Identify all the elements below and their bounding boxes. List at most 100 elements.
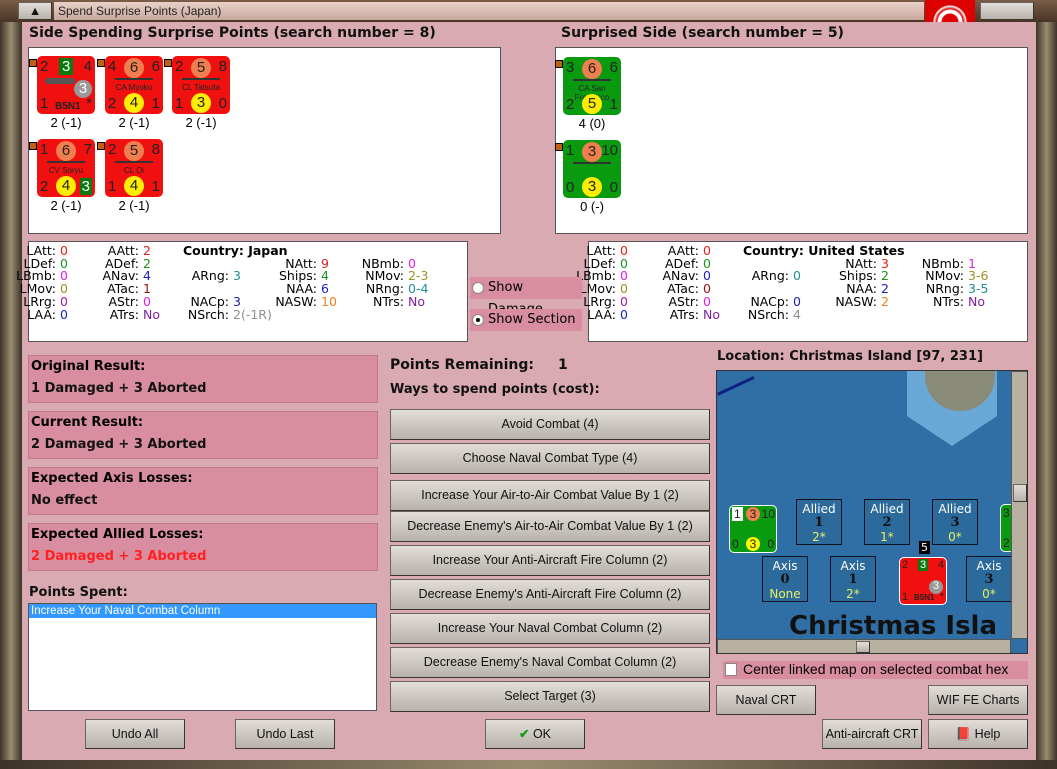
counter-value: 2 bbox=[108, 95, 117, 112]
counter-value: 1 bbox=[151, 95, 160, 112]
japan-flag-icon bbox=[925, 0, 975, 22]
counter-value: 1 bbox=[902, 591, 909, 603]
spend-action-button[interactable]: Select Target (3) bbox=[390, 681, 710, 712]
cell-value: 0* bbox=[982, 587, 996, 601]
status-marker-icon bbox=[97, 59, 105, 67]
counter-value: 6 bbox=[151, 58, 160, 75]
mini-map[interactable]: 1 3 10 0 3 0 3 2 Allied 1 2* Allied 2 1* Allie… bbox=[716, 370, 1028, 654]
allied-combat-box[interactable]: Allied 3 0* bbox=[932, 499, 978, 545]
cell-side: Axis bbox=[772, 559, 798, 573]
spend-action-button[interactable]: Choose Naval Combat Type (4) bbox=[390, 443, 710, 474]
stat-label: NSrch: bbox=[747, 306, 789, 322]
counter-name: B5N1 bbox=[914, 593, 935, 602]
country-label: Country: Japan bbox=[183, 243, 288, 258]
map-vertical-scrollbar[interactable] bbox=[1011, 371, 1027, 639]
ok-button[interactable]: ✔ OK bbox=[485, 719, 585, 749]
spending-side-title: Side Spending Surprise Points (search nu… bbox=[29, 25, 436, 41]
spend-action-button[interactable]: Decrease Enemy's Air-to-Air Combat Value… bbox=[390, 511, 710, 542]
axis-combat-box[interactable]: Axis 1 2* bbox=[830, 556, 876, 602]
unit-counter[interactable]: 2 5 8 CL Oi 1 4 1 bbox=[105, 139, 163, 197]
stat-value: 0 bbox=[793, 268, 801, 284]
stat-label: NASW: bbox=[835, 293, 877, 309]
undo-last-button[interactable]: Undo Last bbox=[235, 719, 335, 749]
stat-label: LAA: bbox=[27, 306, 56, 322]
spend-action-button[interactable]: Decrease Enemy's Anti-Aircraft Fire Colu… bbox=[390, 579, 710, 610]
help-button[interactable]: 📕 Help bbox=[928, 719, 1028, 749]
unit-counter[interactable]: 1 3 10 0 3 0 bbox=[563, 140, 621, 198]
spend-action-button[interactable]: Decrease Enemy's Naval Combat Column (2) bbox=[390, 647, 710, 678]
spend-action-button[interactable]: Increase Your Naval Combat Column (2) bbox=[390, 613, 710, 644]
cell-side: Axis bbox=[840, 559, 866, 573]
counter-value: 2 bbox=[175, 58, 184, 75]
naval-crt-button[interactable]: Naval CRT bbox=[716, 685, 816, 715]
counter-value: 2 bbox=[902, 559, 909, 571]
center-map-checkbox[interactable]: Center linked map on selected combat hex bbox=[723, 661, 1028, 679]
ship-silhouette-icon bbox=[115, 161, 153, 163]
checkmark-icon: ✔ bbox=[518, 727, 530, 741]
counter-value: 8 bbox=[151, 141, 160, 158]
cell-number: 3 bbox=[984, 572, 994, 587]
stat-label: ARng: bbox=[191, 268, 229, 284]
counter-value: 0 bbox=[767, 537, 774, 551]
counter-value: 1 bbox=[108, 178, 117, 195]
japan-stats-panel: LAtt: 0 LDef: 0 LBmb: 0 LMov: 0 LRrg: 0 LAA: 0 AAtt:… bbox=[16, 241, 468, 342]
checkbox-box[interactable] bbox=[725, 663, 737, 676]
stat-value: 2 bbox=[881, 293, 889, 309]
status-marker-icon bbox=[555, 60, 563, 68]
unit-counter[interactable]: 2 5 8 CL Tatsuta 1 3 0 bbox=[172, 56, 230, 114]
spend-action-button[interactable]: Increase Your Air-to-Air Combat Value By… bbox=[390, 480, 710, 511]
country-label: Country: United States bbox=[743, 243, 905, 258]
stat-value: No bbox=[408, 293, 425, 309]
unit-counter[interactable]: 4 6 6 CA Myoko 2 4 1 bbox=[105, 56, 163, 114]
show-damage-radio[interactable]: Show Damage bbox=[470, 277, 582, 317]
status-marker-icon bbox=[164, 59, 172, 67]
map-us-ship-counter[interactable]: 1 3 10 0 3 0 bbox=[729, 505, 777, 553]
counter-value: 3 bbox=[746, 507, 760, 521]
result-box: Current Result: 2 Damaged + 3 Aborted bbox=[28, 411, 378, 459]
stat-value: 3 bbox=[233, 268, 241, 284]
result-box: Expected Allied Losses: 2 Damaged + 3 Abo… bbox=[28, 523, 378, 571]
anti-aircraft-crt-button[interactable]: Anti-aircraft CRT bbox=[822, 719, 922, 749]
unit-counter[interactable]: 1 6 7 CV Soryu 2 4 3 bbox=[37, 139, 95, 197]
vertical-scroll-thumb[interactable] bbox=[1013, 483, 1027, 502]
right-frame bbox=[1036, 22, 1057, 769]
cell-side: Allied bbox=[802, 502, 836, 516]
axis-combat-box[interactable]: Axis 3 0* bbox=[966, 556, 1012, 602]
cell-value: 1* bbox=[880, 530, 894, 544]
map-jp-plane-counter[interactable]: 2 3 4 3 1 B5N1 * bbox=[899, 557, 947, 605]
result-box: Expected Axis Losses: No effect bbox=[28, 467, 378, 515]
points-remaining-label: Points Remaining: bbox=[390, 357, 535, 373]
counter-value: * bbox=[939, 591, 944, 603]
map-horizontal-scrollbar[interactable] bbox=[717, 639, 1011, 653]
collapse-button[interactable]: ▲ bbox=[18, 2, 52, 20]
unit-caption: 0 (-) bbox=[580, 199, 604, 214]
counter-value: 2 bbox=[108, 141, 117, 158]
axis-combat-box[interactable]: Axis 0 None bbox=[762, 556, 808, 602]
center-map-label: Center linked map on selected combat hex bbox=[743, 661, 1009, 677]
undo-all-button[interactable]: Undo All bbox=[85, 719, 185, 749]
cell-number: 2 bbox=[882, 515, 892, 530]
stat-label: ATrs: bbox=[109, 306, 139, 322]
unit-counter[interactable]: 366CA San Francisco251 bbox=[563, 57, 621, 115]
horizontal-scroll-thumb[interactable] bbox=[856, 641, 870, 653]
counter-value: 4 bbox=[124, 93, 144, 113]
stat-label: ATrs: bbox=[669, 306, 699, 322]
border-line bbox=[717, 376, 755, 396]
status-marker-icon bbox=[29, 59, 37, 67]
points-spent-item[interactable]: Increase Your Naval Combat Column bbox=[29, 604, 376, 618]
window-control-button[interactable] bbox=[980, 2, 1034, 20]
points-spent-list[interactable]: Increase Your Naval Combat Column bbox=[28, 603, 377, 711]
counter-value: 2 bbox=[40, 178, 49, 195]
wif-charts-button[interactable]: WIF FE Charts bbox=[928, 685, 1028, 715]
unit-counter[interactable]: 2 3 4 B5N1 1 3 * bbox=[37, 56, 95, 114]
spend-action-button[interactable]: Increase Your Anti-Aircraft Fire Column … bbox=[390, 545, 710, 576]
radio-circle-selected bbox=[472, 314, 484, 326]
counter-value: 4 bbox=[124, 176, 144, 196]
allied-combat-box[interactable]: Allied 2 1* bbox=[864, 499, 910, 545]
counter-value: 4 bbox=[83, 58, 92, 75]
counter-value: 3 bbox=[918, 559, 929, 571]
allied-combat-box[interactable]: Allied 1 2* bbox=[796, 499, 842, 545]
show-section-radio[interactable]: Show Section bbox=[470, 309, 582, 331]
plane-silhouette-icon bbox=[45, 78, 75, 84]
spend-action-button[interactable]: Avoid Combat (4) bbox=[390, 409, 710, 440]
